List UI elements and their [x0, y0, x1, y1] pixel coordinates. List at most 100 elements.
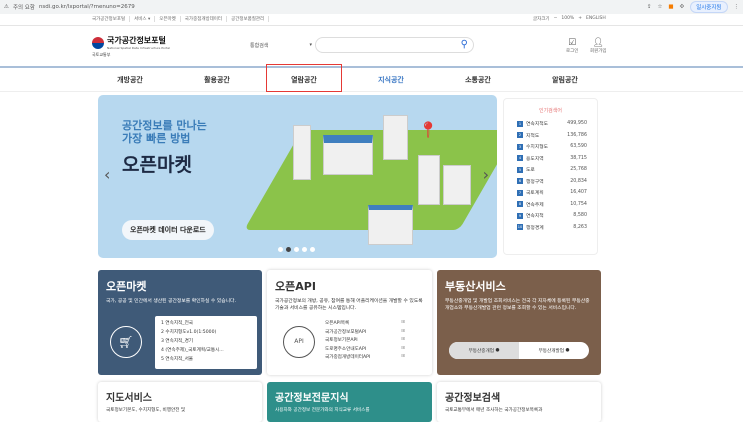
popular-item[interactable]: 5 도로 25,768: [504, 164, 597, 176]
keyword: 연속지적도: [526, 122, 549, 128]
util-link[interactable]: 국가중점개방데이터: [181, 16, 228, 22]
card-title: 부동산서비스: [445, 280, 506, 293]
menu-icon[interactable]: ⋮: [734, 4, 740, 10]
download-button[interactable]: 오픈마켓 데이터 다운로드: [122, 220, 214, 240]
list-item[interactable]: 국가중점개방데이터API ⊞: [325, 354, 405, 363]
puzzle-icon[interactable]: ✣: [680, 4, 685, 10]
star-icon[interactable]: ☆: [657, 4, 662, 10]
developer-button[interactable]: 부동산개발업 ●: [519, 342, 589, 359]
search-count: 25,768: [570, 167, 587, 173]
map-service-card[interactable]: 지도서비스국토정보기본도, 수치지형도, 비행안전 및: [98, 382, 262, 422]
arrow-circle-icon: ●: [495, 348, 500, 353]
item-label: 도로명주소안내도API: [325, 346, 367, 352]
carousel-dot[interactable]: [294, 247, 299, 252]
popular-item[interactable]: 7 국토계획 16,407: [504, 187, 597, 199]
nav-item-knowledge[interactable]: 지식공간: [351, 75, 431, 85]
card-title: 지도서비스: [106, 393, 152, 404]
popular-item[interactable]: 4 용도지역 38,715: [504, 153, 597, 165]
list-item[interactable]: 5 연속지적_서울: [161, 356, 251, 365]
carousel-dot-active[interactable]: [286, 247, 291, 252]
url-bar[interactable]: nsdi.go.kr/lxportal/?menuno=2679: [39, 4, 135, 10]
util-link[interactable]: 서비스 ▾: [130, 16, 156, 22]
openmarket-list: 1 연속지적_전국 2 수치지형도v1.0(1:5000) 3 연속지적_경기 …: [155, 316, 257, 369]
checkbox-icon: ☑: [568, 38, 577, 48]
btn-label: 부동산개발업: [538, 348, 564, 354]
signup-label: 회원가입: [590, 49, 607, 54]
search-input[interactable]: ⚲: [315, 37, 474, 53]
popular-item[interactable]: 8 연속주제 10,754: [504, 199, 597, 211]
signup-button[interactable]: 👤︎ 회원가입: [590, 38, 607, 54]
search-count: 63,590: [570, 144, 587, 150]
banner-carousel[interactable]: 📍︎ 공간정보를 만나는 가장 빠른 방법 오픈마켓 오픈마켓 데이터 다운로드 …: [98, 95, 497, 258]
list-item[interactable]: 2 수치지형도v1.0(1:5000): [161, 329, 251, 338]
util-link[interactable]: 공간정보품질관리: [227, 16, 270, 22]
card-title: 공간정보전문지식: [275, 393, 349, 404]
carousel-dot[interactable]: [278, 247, 283, 252]
utility-bar: 국가공간정보포털 서비스 ▾ 오픈마켓 국가중점개방데이터 공간정보품질관리 글…: [0, 14, 743, 26]
zoom-out-button[interactable]: −: [554, 16, 558, 22]
rank-badge: 6: [517, 178, 523, 185]
site-logo[interactable]: 국가공간정보포털 National Spatial Data Infrastruc…: [92, 35, 170, 50]
next-arrow-icon[interactable]: ›: [483, 165, 489, 184]
keyword: 수치지형도: [526, 145, 549, 151]
building-illustration: [418, 155, 440, 205]
rank-badge: 5: [517, 166, 523, 173]
search-icon[interactable]: ⚲: [461, 39, 468, 50]
spatial-search-card[interactable]: 공간정보검색 국토교통부에서 매년 조사하는 국가공간정보목록과: [437, 382, 601, 422]
taegeuk-emblem-icon: [92, 36, 104, 49]
rank-badge: 7: [517, 189, 523, 196]
list-item[interactable]: 국가공간정보포털API ⊞: [325, 329, 405, 338]
main-nav: 개방공간 활용공간 열람공간 지식공간 소통공간 알림공간: [0, 66, 743, 92]
keyword: 연속지적: [526, 214, 544, 220]
banner-subtitle: 공간정보를 만나는 가장 빠른 방법: [122, 119, 207, 145]
search-scope-select[interactable]: 통합검색 ▾: [248, 39, 314, 51]
list-item[interactable]: 1 연속지적_전국: [161, 320, 251, 329]
list-item[interactable]: 3 연속지적_경기: [161, 338, 251, 347]
card-desc: 국토정보기본도, 수치지형도, 비행안전 및: [106, 408, 186, 413]
list-item[interactable]: 도로명주소안내도API ⊞: [325, 346, 405, 355]
btn-label: 부동산중개업: [468, 348, 494, 354]
list-item[interactable]: 국토정보기본API ⊞: [325, 337, 405, 346]
keyword: 지적도: [526, 133, 540, 139]
util-link[interactable]: 국가공간정보포털: [88, 16, 131, 22]
card-title: 오픈API: [275, 280, 316, 293]
prev-arrow-icon[interactable]: ‹: [104, 165, 110, 184]
popular-item[interactable]: 6 행정구역 20,834: [504, 176, 597, 188]
nav-item-use[interactable]: 활용공간: [177, 75, 257, 85]
nav-item-community[interactable]: 소통공간: [438, 75, 518, 85]
util-link[interactable]: 오픈마켓: [155, 16, 181, 22]
english-link[interactable]: ENGLISH: [586, 16, 606, 22]
zoom-in-button[interactable]: +: [578, 16, 582, 22]
keyword: 국토계획: [526, 191, 544, 197]
extension-icon[interactable]: ■: [668, 4, 673, 10]
carousel-dot[interactable]: [310, 247, 315, 252]
card-title: 공간정보검색: [445, 393, 501, 404]
list-item[interactable]: 4 (연속주제)_국토계획/교통시...: [161, 347, 251, 356]
nav-item-notice[interactable]: 알림공간: [525, 75, 605, 85]
login-button[interactable]: ☑ 로그인: [566, 38, 578, 54]
rank-badge: 9: [517, 212, 523, 219]
popular-item[interactable]: 1 연속지적도 499,950: [504, 118, 597, 130]
popular-item[interactable]: 10 행정경계 8,263: [504, 222, 597, 234]
list-item[interactable]: 오픈API목록 ⊞: [325, 320, 405, 329]
realestate-card[interactable]: 부동산서비스 부동산중개업 및 개발업 조회서비스는 전국 각 지자체에 등록된…: [437, 270, 601, 375]
broker-button[interactable]: 부동산중개업 ●: [449, 342, 519, 359]
api-gear-icon: API: [283, 326, 315, 358]
search-count: 16,407: [570, 190, 587, 196]
openmarket-card[interactable]: 오픈마켓 국가, 공공 및 민간에서 생산된 공간정보를 확인하실 수 있습니다…: [98, 270, 262, 375]
openapi-card[interactable]: 오픈API 국가공간정보의 개방, 공유, 참여를 통해 어플리케이션을 개발할…: [267, 270, 432, 375]
plus-icon: ⊞: [401, 320, 405, 325]
popular-item[interactable]: 2 지적도 136,786: [504, 130, 597, 142]
nav-item-open[interactable]: 개방공간: [90, 75, 170, 85]
sync-button[interactable]: 일시중지됨: [690, 1, 728, 13]
card-desc: 사용자와 공간정보 전문가와의 지식교류 서비스를: [275, 408, 370, 413]
share-icon[interactable]: ⇪: [647, 4, 652, 10]
carousel-dot[interactable]: [302, 247, 307, 252]
popular-item[interactable]: 3 수치지형도 63,590: [504, 141, 597, 153]
search-count: 8,580: [573, 213, 587, 219]
login-label: 로그인: [566, 49, 579, 54]
expert-knowledge-card[interactable]: 공간정보전문지식사용자와 공간정보 전문가와의 지식교류 서비스를: [267, 382, 432, 422]
security-label[interactable]: 주의 요함: [13, 3, 35, 11]
building-illustration: [323, 135, 373, 175]
popular-item[interactable]: 9 연속지적 8,580: [504, 210, 597, 222]
